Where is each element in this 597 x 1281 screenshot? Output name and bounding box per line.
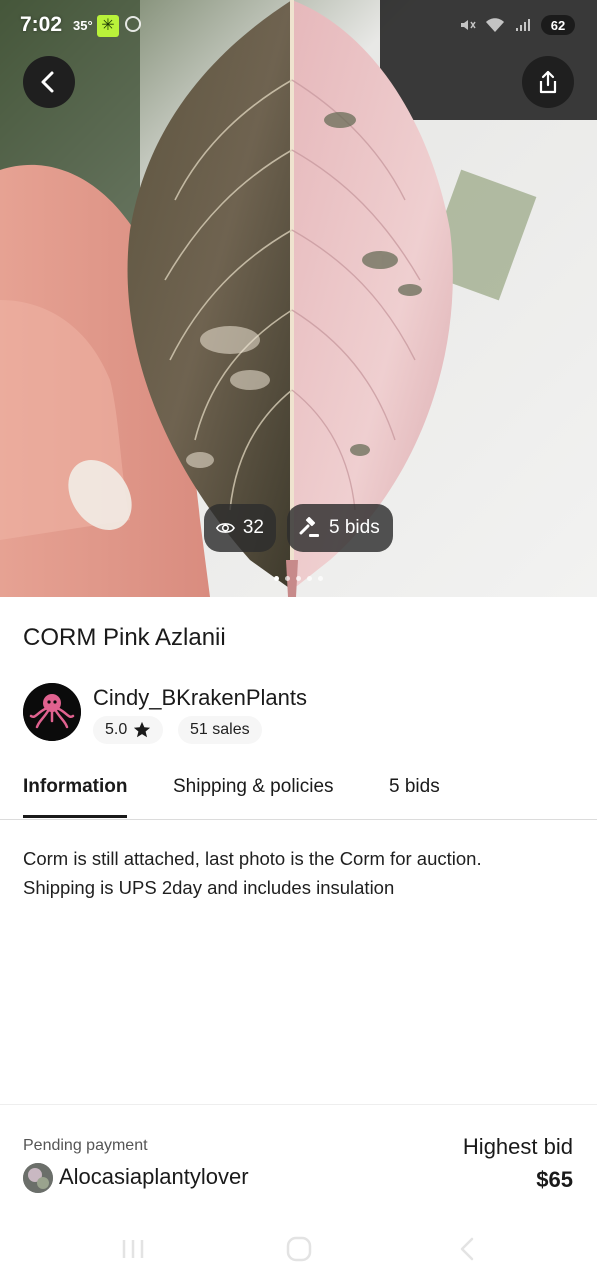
seller-rating-chip[interactable]: 5.0: [93, 716, 164, 744]
description-line: Shipping is UPS 2day and includes insula…: [23, 877, 395, 898]
weather-icon: ✳: [97, 15, 119, 37]
bids-count-label: 5 bids: [329, 517, 380, 538]
status-bar: 7:02 35° ✳ 62: [0, 0, 597, 52]
home-icon: [286, 1236, 312, 1262]
battery-indicator: 62: [541, 15, 575, 35]
back-nav-icon: [460, 1237, 474, 1261]
back-button[interactable]: [23, 56, 75, 108]
chevron-left-icon: [41, 71, 54, 93]
gavel-icon: [299, 517, 319, 537]
star-icon: [134, 721, 151, 738]
description-line: Corm is still attached, last photo is th…: [23, 848, 482, 869]
system-icons: 62: [458, 15, 575, 35]
system-navigation-bar: [0, 1220, 597, 1280]
views-badge: 32: [204, 504, 276, 552]
seller-rating: 5.0: [105, 721, 128, 738]
bids-badge[interactable]: 5 bids: [287, 504, 393, 552]
listing-tabs: Information Shipping & policies 5 bids: [0, 763, 597, 820]
tab-shipping-policies[interactable]: Shipping & policies: [173, 776, 334, 798]
seller-sales: 51 sales: [190, 721, 250, 738]
nav-back-button[interactable]: [452, 1234, 482, 1264]
seller-sales-chip[interactable]: 51 sales: [178, 716, 262, 744]
signal-icon: [516, 19, 530, 31]
nav-home-button[interactable]: [284, 1234, 314, 1264]
mute-icon: [461, 20, 476, 30]
share-button[interactable]: [522, 56, 574, 108]
carousel-indicator: [0, 576, 597, 581]
carousel-dot: [307, 576, 312, 581]
share-icon: [539, 70, 557, 94]
eye-icon: [216, 523, 235, 533]
views-count: 32: [242, 517, 264, 538]
tab-bids[interactable]: 5 bids: [389, 776, 440, 798]
carousel-dot: [296, 576, 301, 581]
status-time: 7:02: [20, 13, 63, 36]
nav-recents-button[interactable]: [118, 1234, 148, 1264]
highest-bidder-name[interactable]: Alocasiaplantylover: [59, 1164, 249, 1190]
pending-payment-label: Pending payment: [23, 1137, 148, 1154]
listing-photo-carousel[interactable]: 7:02 35° ✳ 62 32 5 bids: [0, 0, 597, 597]
listing-title: CORM Pink Azlanii: [23, 624, 226, 651]
tab-information[interactable]: Information: [23, 776, 128, 798]
carousel-dot: [285, 576, 290, 581]
buyer-avatar-image: [23, 1163, 53, 1193]
notification-icons: [125, 16, 141, 32]
carousel-dot: [274, 576, 279, 581]
status-temperature: 35°: [73, 18, 93, 33]
buyer-avatar[interactable]: [23, 1163, 53, 1193]
wifi-icon: [486, 18, 504, 32]
highest-bid-value: $65: [536, 1167, 573, 1192]
active-tab-indicator: [23, 815, 127, 818]
seller-name[interactable]: Cindy_BKrakenPlants: [93, 685, 307, 711]
highest-bid-label: Highest bid: [462, 1134, 573, 1159]
listing-description: Corm is still attached, last photo is th…: [23, 844, 573, 902]
notification-icon: [125, 16, 141, 32]
recents-icon: [122, 1240, 144, 1258]
carousel-dot: [318, 576, 323, 581]
seller-avatar[interactable]: [23, 683, 81, 741]
kraken-logo: [23, 683, 81, 741]
